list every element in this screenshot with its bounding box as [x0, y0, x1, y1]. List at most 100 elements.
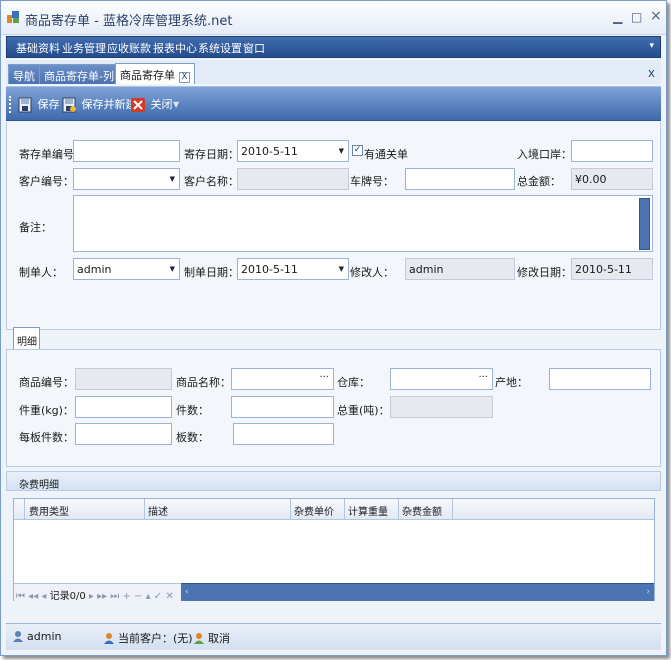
maximize-button[interactable]: □ [631, 10, 642, 24]
pieces-label: 件数： [176, 404, 209, 417]
col-fee-type[interactable]: 费用类型 [29, 503, 69, 518]
cancel-label: 取消 [208, 632, 230, 645]
maker-select[interactable]: admin ▼ [73, 258, 180, 280]
menu-receivables[interactable]: 应收账款 [107, 40, 151, 56]
tab-label: 导航 [13, 70, 35, 83]
scroll-left-icon[interactable]: ‹ [185, 587, 189, 597]
misc-fee-header: 杂费明细 [6, 471, 661, 491]
customer-no-select[interactable]: ▼ [73, 168, 180, 190]
toolbar-grip-icon[interactable] [9, 96, 12, 113]
per-board-input[interactable] [75, 423, 172, 445]
piece-weight-label: 件重(kg)： [19, 404, 74, 417]
tab-detail[interactable]: 明细 [13, 327, 40, 350]
document-tab-strip: 导航 商品寄存单-列表 商品寄存单 X x [6, 60, 661, 84]
tab-label: 商品寄存单-列表 [44, 70, 125, 83]
col-unit-price[interactable]: 杂费单价 [294, 503, 334, 518]
current-customer-value: (无) [173, 632, 193, 645]
nav-first-prev-icons[interactable]: ⏮ ◂◂ ◂ [16, 591, 46, 602]
port-input[interactable] [571, 140, 653, 162]
modify-date-label: 修改日期： [517, 266, 572, 279]
menu-settings[interactable]: 系统设置 [198, 40, 242, 56]
save-and-new-button[interactable]: 保存并新建 [62, 96, 137, 114]
menu-window[interactable]: 窗口 [243, 40, 265, 56]
deposit-date-label: 寄存日期： [184, 148, 239, 161]
grid-header: 费用类型 描述 杂费单价 计算重量 杂费金额 [14, 499, 654, 520]
menu-bar: 基础资料 业务管理 应收账款 报表中心 系统设置 窗口 ▾ [6, 36, 661, 58]
modifier-field: admin [405, 258, 515, 280]
goods-no-label: 商品编号： [19, 376, 74, 389]
chevron-down-icon: ▼ [338, 147, 344, 155]
scroll-right-icon[interactable]: › [646, 587, 650, 597]
grid-column-separator [452, 499, 453, 520]
boards-input[interactable] [233, 423, 334, 445]
origin-label: 产地： [495, 376, 528, 389]
warehouse-label: 仓库： [337, 376, 370, 389]
tab-deposit-form[interactable]: 商品寄存单 X [115, 63, 195, 84]
title-bar: 商品寄存单 - 蓝格冷库管理系统.net ▁ □ × [1, 1, 666, 35]
warehouse-picker[interactable]: ··· [390, 368, 493, 390]
col-calc-weight[interactable]: 计算重量 [348, 503, 388, 518]
customs-label: 有通关单 [364, 148, 408, 161]
app-window: 商品寄存单 - 蓝格冷库管理系统.net ▁ □ × 基础资料 业务管理 应收账… [0, 0, 667, 656]
grid-column-separator [398, 499, 399, 520]
port-label: 入境口岸： [517, 148, 572, 161]
make-date-picker[interactable]: 2010-5-11 ▼ [237, 258, 349, 280]
status-bar: admin 当前客户： (无) 取消 [6, 623, 661, 650]
window-title: 商品寄存单 - 蓝格冷库管理系统.net [25, 14, 233, 29]
boards-label: 板数： [176, 431, 209, 444]
close-form-button[interactable]: 关闭 [131, 96, 173, 114]
grid-column-separator [144, 499, 145, 520]
status-user-name: admin [27, 630, 62, 643]
tab-navigation[interactable]: 导航 [8, 64, 40, 84]
cancel-icon [194, 633, 204, 644]
menu-overflow-icon[interactable]: ▾ [649, 41, 654, 51]
user-icon [13, 631, 23, 642]
make-date-label: 制单日期： [184, 266, 239, 279]
menu-basic-data[interactable]: 基础资料 [16, 40, 60, 56]
origin-input[interactable] [549, 368, 651, 390]
close-window-button[interactable]: × [650, 8, 662, 24]
chevron-down-icon: ▼ [338, 265, 344, 273]
customer-name-field [237, 168, 349, 190]
deposit-date-picker[interactable]: 2010-5-11 ▼ [237, 140, 349, 162]
ellipsis-icon[interactable]: ··· [478, 372, 488, 383]
remark-scrollbar[interactable] [639, 198, 650, 250]
app-logo-icon [7, 11, 19, 23]
detail-panel: 商品编号： 商品名称： ··· 仓库： ··· 产地： 件重(kg)： 件数： … [6, 349, 661, 467]
col-description[interactable]: 描述 [148, 503, 168, 518]
save-button[interactable]: 保存 [18, 96, 60, 114]
customer-name-label: 客户名称： [184, 175, 239, 188]
nav-next-last-edit-icons[interactable]: ▸ ▸▸ ⏭ + − ▴ ✓ ✕ [89, 591, 174, 602]
cancel-customer-button[interactable]: 取消 [193, 630, 230, 646]
ellipsis-icon[interactable]: ··· [319, 372, 329, 383]
status-current-customer: 当前客户： [103, 630, 173, 646]
maker-label: 制单人： [19, 266, 63, 279]
minimize-button[interactable]: ▁ [613, 10, 622, 24]
total-weight-field [390, 396, 493, 418]
goods-name-picker[interactable]: ··· [231, 368, 334, 390]
current-customer-label: 当前客户： [118, 632, 173, 645]
tab-close-icon[interactable]: X [179, 72, 190, 83]
save-label: 保存 [37, 98, 60, 111]
remark-label: 备注： [19, 221, 52, 234]
plate-input[interactable] [405, 168, 515, 190]
make-date-value: 2010-5-11 [241, 263, 298, 276]
col-fee-amount[interactable]: 杂费金额 [402, 503, 442, 518]
record-counter: 记录0/0 [49, 591, 86, 602]
piece-weight-input[interactable] [75, 396, 172, 418]
misc-fee-title: 杂费明细 [19, 480, 59, 491]
remark-textarea[interactable] [73, 195, 653, 252]
menu-business[interactable]: 业务管理 [62, 40, 106, 56]
status-user: admin [12, 630, 61, 643]
save-new-icon [62, 97, 76, 113]
pieces-input[interactable] [231, 396, 334, 418]
customs-checkbox[interactable]: ✓ [352, 145, 363, 156]
deposit-header-form: 寄存单编号： 寄存日期： 2010-5-11 ▼ ✓ 有通关单 入境口岸： 客户编… [6, 122, 661, 330]
grid-column-separator [290, 499, 291, 520]
grid-horizontal-scrollbar[interactable]: ‹ › [181, 583, 654, 601]
close-all-tabs-icon[interactable]: x [648, 66, 655, 80]
deposit-no-input[interactable] [73, 140, 180, 162]
toolbar-dropdown-icon[interactable]: ▼ [173, 100, 179, 109]
per-board-label: 每板件数： [19, 431, 74, 444]
menu-reports[interactable]: 报表中心 [153, 40, 197, 56]
